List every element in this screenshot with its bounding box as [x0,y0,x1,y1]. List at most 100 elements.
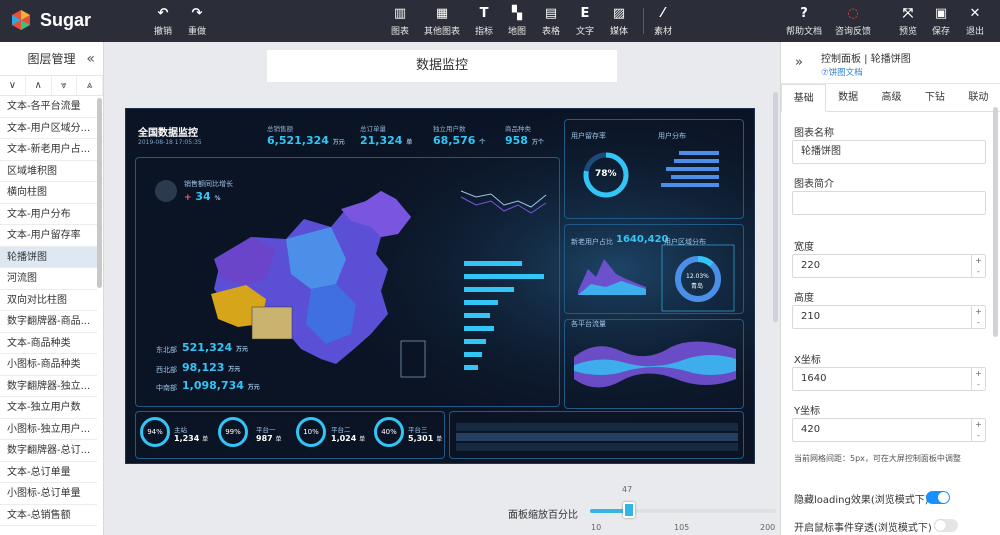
y-input[interactable]: 420 + - [792,418,986,442]
control-panel-header: » 控制面板 | 轮播饼图 ⑦饼图文档 [781,42,1000,84]
chart-desc-input[interactable] [792,191,986,215]
height-stepper[interactable]: + - [971,306,985,328]
move-bottom-icon[interactable]: ⩔ [52,76,78,95]
move-up-icon[interactable]: ∧ [26,76,52,95]
layer-item[interactable]: 文本-商品种类 [0,333,97,354]
mini-charts [456,151,738,451]
control-panel: » 控制面板 | 轮播饼图 ⑦饼图文档 基础 数据 高级 下钻 联动 图表名称 轮播饼图… [780,42,1000,535]
table-row [456,443,738,451]
line-chart-series [460,190,547,208]
mouse-through-toggle[interactable] [934,519,958,532]
layer-item[interactable]: 文本-用户区域分... [0,118,97,139]
tab-item[interactable]: 下钻 [913,84,956,111]
layer-item[interactable]: 文本-用户分布 [0,204,97,225]
dist-bar [679,151,719,155]
material-button[interactable]: ⁄ 素材 [641,6,685,37]
layer-item[interactable]: 数字翻牌器-商品... [0,311,97,333]
gauge-unit: 单 [275,436,282,443]
chat-icon: ◌ [847,6,859,21]
layer-item[interactable]: 文本-总销售额 [0,505,97,526]
new-user-value: 1640,420 [616,234,669,245]
layer-item[interactable]: 小图标-总订单量 [0,483,97,505]
layer-item[interactable]: 区域堆积图 [0,161,97,182]
bar-chart-icon: ▥ [393,6,407,21]
material-label: 素材 [653,27,672,37]
height-value: 210 [801,311,821,322]
hbar [464,300,498,305]
collapse-icon[interactable]: « [86,42,95,76]
zoom-min: 10 [591,523,602,532]
hide-loading-toggle[interactable] [926,491,950,504]
dist-bar [671,175,719,179]
hide-loading-label: 隐藏loading效果(浏览模式下) [794,495,929,506]
tab-item[interactable]: 数据 [826,84,869,111]
gauge-unit: 单 [436,436,443,443]
layer-item[interactable]: 数字翻牌器-总订... [0,440,97,462]
x-input[interactable]: 1640 + - [792,367,986,391]
x-stepper[interactable]: + - [971,368,985,390]
gauge-label: 平台二 1,024 单 [331,424,365,443]
control-tabs: 基础 数据 高级 下钻 联动 [781,84,1000,112]
zoom-handle[interactable] [623,502,635,518]
image-icon: ▨ [612,6,626,21]
zoom-mid: 105 [674,523,690,532]
tab-item[interactable]: 基础 [781,84,827,112]
layer-scrollbar[interactable] [97,98,102,288]
grid-hint: 当前网格间距：5px，可在大屏控制面板中调整 [794,454,961,463]
height-label: 高度 [794,293,814,304]
magic-wand-icon: ⁄ [661,6,665,21]
layer-item[interactable]: 小图标-商品种类 [0,354,97,376]
layer-item[interactable]: 数字翻牌器-独立... [0,376,97,397]
layer-panel-header: 图层管理 « [0,42,103,76]
layer-item[interactable]: 文本-独立用户数 [0,397,97,419]
exit-button[interactable]: ✕ 退出 [953,6,997,37]
layer-item[interactable]: 小图标-独立用户... [0,419,97,440]
y-label: Y坐标 [794,406,821,417]
help-button[interactable]: ? 帮助文档 [782,6,826,37]
control-panel-scrollbar[interactable] [993,107,998,337]
mouse-through-label: 开启鼠标事件穿透(浏览模式下) [794,523,932,534]
page-title[interactable]: 数据监控 [267,50,617,82]
hbar [464,326,494,331]
app-logo: Sugar [10,9,91,31]
layer-item[interactable]: 横向柱图 [0,182,97,204]
width-input[interactable]: 220 + - [792,254,986,278]
gauge-value: 987 [256,434,273,443]
grid-icon: ▦ [435,6,449,21]
move-down-icon[interactable]: ∨ [0,76,26,95]
doc-link[interactable]: ⑦饼图文档 [821,66,863,78]
gauge-label: 平台一 987 单 [256,424,282,443]
media-label: 媒体 [609,27,628,37]
tab-item[interactable]: 高级 [870,84,913,111]
layer-item[interactable]: 河流图 [0,268,97,290]
zoom-max: 200 [760,523,776,532]
layer-item[interactable]: 文本-总订单量 [0,462,97,483]
height-input[interactable]: 210 + - [792,305,986,329]
feedback-label: 咨询反馈 [834,27,871,37]
y-stepper[interactable]: + - [971,419,985,441]
redo-button[interactable]: ↷ 重做 [175,6,219,37]
layer-item[interactable]: 双向对比柱图 [0,290,97,311]
feedback-button[interactable]: ◌ 咨询反馈 [831,6,875,37]
canvas-scrollbar[interactable] [773,92,778,322]
chart-button[interactable]: ▥ 图表 [378,6,422,37]
move-top-icon[interactable]: ⩓ [77,76,103,95]
gauge-value: 1,024 [331,434,357,443]
width-stepper[interactable]: + - [971,255,985,277]
layer-item[interactable]: 文本-各平台流量 [0,96,97,118]
chart-name-input[interactable]: 轮播饼图 [792,140,986,164]
traffic-title: 各平台流量 [571,320,606,328]
expand-icon[interactable]: » [795,55,803,70]
gauge-ring: 94% [140,417,170,447]
width-value: 220 [801,260,821,271]
table-row [456,423,738,431]
layer-item[interactable]: 文本-新老用户占... [0,139,97,161]
other-chart-button[interactable]: ▦ 其他图表 [420,6,464,37]
exit-label: 退出 [965,27,984,37]
gauge-label: 主站 1,234 单 [174,424,208,443]
layer-item[interactable]: 轮播饼图 [0,246,97,268]
media-button[interactable]: ▨ 媒体 [597,6,641,37]
dist-bar [666,167,719,171]
chart-label: 图表 [390,27,409,37]
layer-item[interactable]: 文本-用户留存率 [0,225,97,247]
